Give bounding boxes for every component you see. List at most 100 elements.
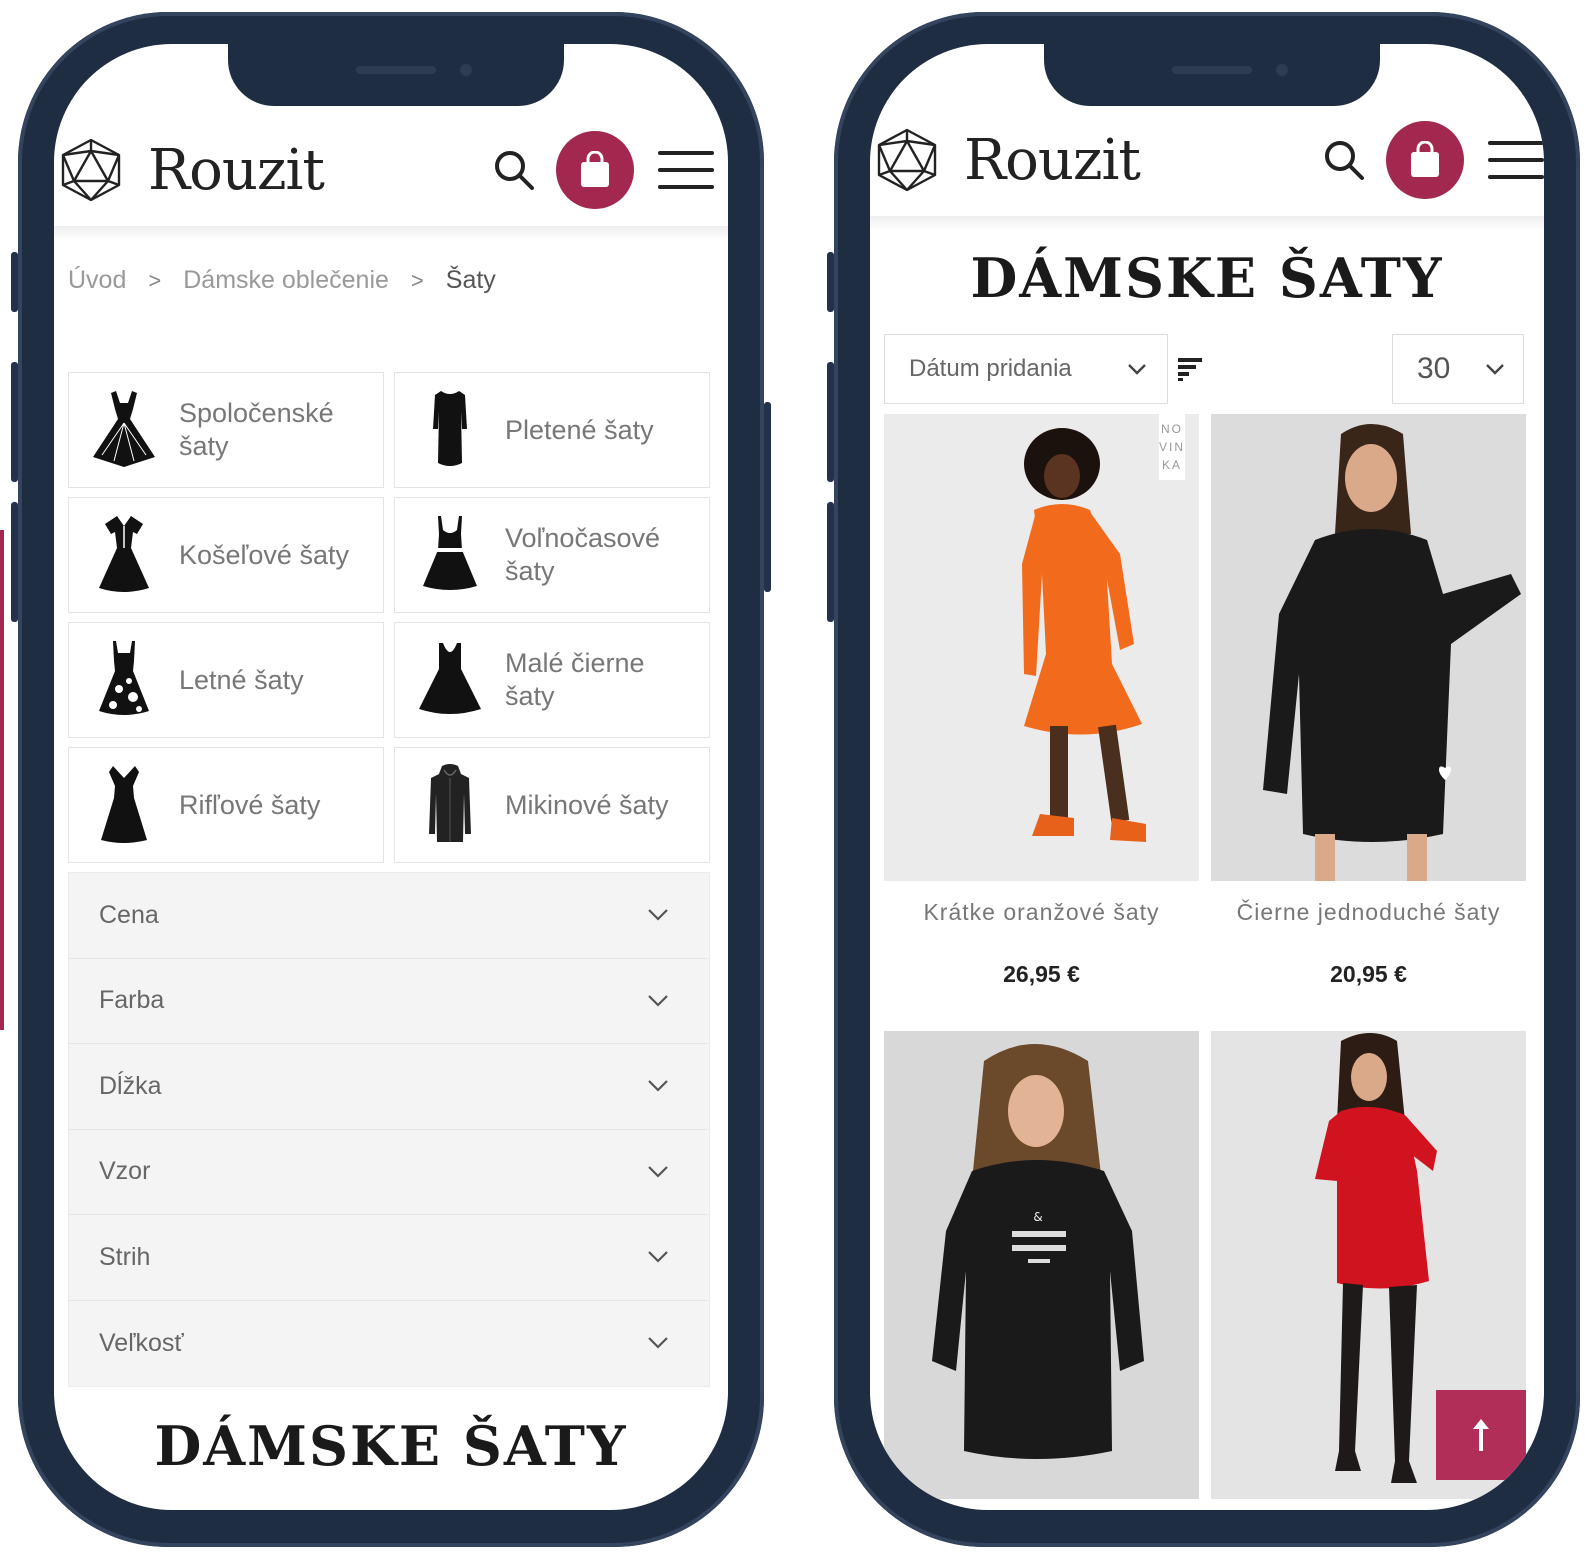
product-card[interactable]: NOVINKA Krátke oranžové šaty 26,95 € <box>884 414 1199 1001</box>
chevron-down-icon <box>648 1251 668 1263</box>
breadcrumb-current: Šaty <box>445 266 496 294</box>
page-title: DÁMSKE ŠATY <box>970 246 1444 310</box>
site-header: Rouzit <box>870 104 1544 216</box>
cart-button[interactable] <box>1386 121 1464 199</box>
phone-notch <box>228 44 564 106</box>
category-tile-riflove[interactable]: Rifľové šaty <box>68 747 384 863</box>
site-header: Rouzit <box>54 114 728 226</box>
product-card[interactable]: & <box>884 1031 1199 1499</box>
filter-size[interactable]: Veľkosť <box>69 1301 709 1387</box>
breadcrumb-separator: > <box>148 267 162 293</box>
breadcrumb-separator: > <box>410 267 424 293</box>
side-accent-bar <box>0 530 4 1030</box>
filter-label: Farba <box>99 986 165 1015</box>
product-price: 26,95 € <box>1003 961 1080 987</box>
search-icon[interactable] <box>492 148 536 192</box>
phone-side-button <box>11 252 18 312</box>
shopping-bag-icon <box>1411 141 1439 177</box>
filter-cut[interactable]: Strih <box>69 1215 709 1301</box>
per-page-value: 30 <box>1417 352 1451 385</box>
per-page-select[interactable]: 30 <box>1392 334 1524 404</box>
little-black-dress-icon <box>419 643 481 714</box>
phone-side-button <box>11 362 18 482</box>
filter-pattern[interactable]: Vzor <box>69 1130 709 1215</box>
product-image[interactable]: & <box>884 1031 1199 1499</box>
phone-side-button <box>764 402 771 592</box>
hamburger-menu-icon[interactable] <box>1488 141 1544 179</box>
filter-label: Veľkosť <box>99 1328 184 1357</box>
product-card[interactable]: Čierne jednoduché šaty 20,95 € <box>1211 414 1526 1001</box>
sort-direction-icon[interactable] <box>1176 356 1204 382</box>
filter-label: Cena <box>99 900 159 929</box>
hoodie-dress-icon <box>429 764 471 842</box>
denim-dress-icon <box>101 766 147 843</box>
category-label: Spoločenské šaty <box>179 398 334 461</box>
product-name[interactable]: Krátke oranžové šaty <box>884 897 1199 957</box>
breadcrumb: Úvod > Dámske oblečenie > Šaty <box>68 266 496 295</box>
product-image[interactable] <box>1211 414 1526 881</box>
arrow-up-icon <box>1473 1419 1489 1451</box>
chevron-down-icon <box>648 909 668 921</box>
logo-polyhedron-icon <box>61 138 121 202</box>
sort-select[interactable]: Dátum pridania <box>884 334 1168 404</box>
search-icon[interactable] <box>1322 138 1366 182</box>
category-tile-male-cierne[interactable]: Malé čierne šaty <box>394 622 710 738</box>
phone-side-button <box>827 252 834 312</box>
filter-length[interactable]: Dĺžka <box>69 1044 709 1130</box>
category-grid: Spoločenské šaty Pletené šaty Košeľové š… <box>68 372 710 863</box>
logo-polyhedron-icon <box>877 128 937 192</box>
brand-name: Rouzit <box>964 127 1141 193</box>
category-label: Voľnočasové šaty <box>505 523 660 586</box>
header-divider <box>54 226 728 240</box>
category-label: Letné šaty <box>179 664 304 695</box>
filter-label: Strih <box>99 1242 151 1271</box>
filter-label: Vzor <box>99 1157 151 1186</box>
category-label: Rifľové šaty <box>179 789 321 820</box>
chevron-down-icon <box>1486 364 1504 375</box>
category-label: Malé čierne šaty <box>505 648 645 711</box>
screen-right: Rouzit DÁMSKE ŠATY Dátum pridania 30 NOV… <box>870 44 1544 1510</box>
filter-color[interactable]: Farba <box>69 959 709 1044</box>
breadcrumb-category-link[interactable]: Dámske oblečenie <box>183 266 389 295</box>
phone-side-button <box>827 362 834 482</box>
hamburger-menu-icon[interactable] <box>658 151 714 189</box>
phone-notch <box>1044 44 1380 106</box>
sort-select-value: Dátum pridania <box>909 355 1072 382</box>
evening-dress-icon <box>93 391 155 467</box>
phone-side-button <box>827 502 834 622</box>
chevron-down-icon <box>648 1080 668 1092</box>
logo[interactable]: Rouzit <box>874 127 1141 193</box>
casual-dress-icon <box>423 516 477 590</box>
filter-accordion: Cena Farba Dĺžka Vzor Strih Veľkosť <box>68 872 710 1387</box>
cart-button[interactable] <box>556 131 634 209</box>
shirt-dress-icon <box>99 516 149 592</box>
phone-frame-right: Rouzit DÁMSKE ŠATY Dátum pridania 30 NOV… <box>827 12 1580 1547</box>
page-title: DÁMSKE ŠATY <box>154 1414 628 1478</box>
category-tile-letne[interactable]: Letné šaty <box>68 622 384 738</box>
chevron-down-icon <box>1128 364 1146 375</box>
category-tile-koselove[interactable]: Košeľové šaty <box>68 497 384 613</box>
category-tile-spolocenske[interactable]: Spoločenské šaty <box>68 372 384 488</box>
category-tile-pletene[interactable]: Pletené šaty <box>394 372 710 488</box>
knit-dress-icon <box>433 391 467 466</box>
logo[interactable]: Rouzit <box>58 137 325 203</box>
category-label: Pletené šaty <box>505 414 654 445</box>
shopping-bag-icon <box>581 151 609 187</box>
product-image[interactable]: NOVINKA <box>884 414 1199 881</box>
back-to-top-button[interactable] <box>1436 1390 1526 1480</box>
phone-frame-left: Rouzit Úvod > Dámske oblečenie > Šaty Sp… <box>11 12 771 1547</box>
category-tile-mikinove[interactable]: Mikinové šaty <box>394 747 710 863</box>
filter-price[interactable]: Cena <box>69 873 709 959</box>
phone-side-button <box>11 502 18 622</box>
chevron-down-icon <box>648 1165 668 1178</box>
svg-text:&: & <box>1033 1210 1042 1224</box>
summer-dress-icon <box>99 641 149 715</box>
brand-name: Rouzit <box>148 137 325 203</box>
category-tile-volnocasove[interactable]: Voľnočasové šaty <box>394 497 710 613</box>
breadcrumb-home-link[interactable]: Úvod <box>68 266 126 295</box>
screen-left: Rouzit Úvod > Dámske oblečenie > Šaty Sp… <box>54 44 728 1510</box>
header-divider <box>870 216 1544 230</box>
product-name[interactable]: Čierne jednoduché šaty <box>1211 897 1526 957</box>
category-label: Mikinové šaty <box>505 789 669 820</box>
product-price: 20,95 € <box>1330 961 1407 987</box>
